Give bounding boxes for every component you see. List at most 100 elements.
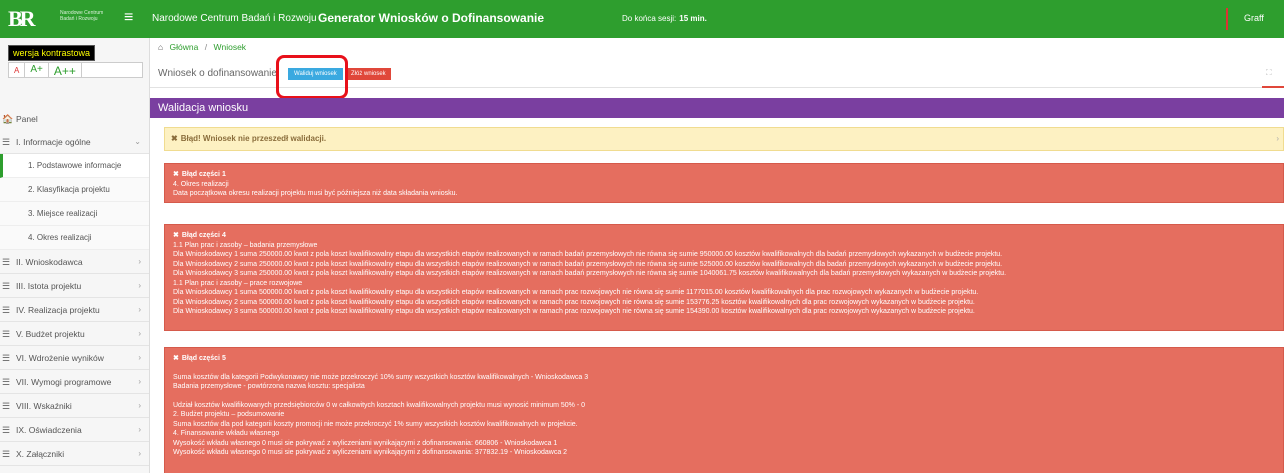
chevron-right-icon: › (138, 401, 141, 410)
logo-text: Narodowe Centrum Badań i Rozwoju (60, 10, 104, 22)
error-panel-part-4: ✖ Błąd części 4 1.1 Plan prac i zasoby – … (164, 224, 1284, 331)
chevron-right-icon: › (138, 425, 141, 434)
home-icon: ⌂ (158, 42, 164, 52)
error-line: 4. Okres realizacji (173, 180, 229, 188)
error-line: Dla Wnioskodawcy 1 suma 250000.00 kwot z… (173, 251, 1003, 258)
sidebar-item-label: I. Informacje ogólne (16, 137, 91, 147)
list-icon: ☰ (2, 305, 11, 315)
error-title: ✖ Błąd części 4 (173, 232, 226, 239)
error-title: ✖ Błąd części 5 (173, 355, 226, 362)
list-icon: ☰ (2, 137, 11, 147)
breadcrumb-separator: / (204, 42, 208, 52)
app-title: Generator Wniosków o Dofinansowanie (318, 11, 545, 25)
validation-warning-alert: ✖ Błąd! Wniosek nie przeszedł walidacji. … (164, 127, 1284, 151)
ncbr-logo[interactable]: BR Narodowe Centrum Badań i Rozwoju (8, 4, 116, 34)
home-icon: 🏠 (2, 114, 14, 124)
sidebar-item-label: IX. Oświadczenia (16, 425, 82, 435)
list-icon: ☰ (2, 353, 11, 363)
sidebar-subitem-podstawowe-informacje[interactable]: 1. Podstawowe informacje (0, 154, 149, 178)
sidebar-item-zalaczniki[interactable]: ☰ X. Załączniki › (0, 442, 149, 466)
font-size-normal-button[interactable]: A (9, 63, 26, 77)
close-icon: ✖ (173, 171, 179, 178)
breadcrumb: ⌂ Główna / Wniosek (158, 42, 246, 52)
sidebar-subitem-klasyfikacja-projektu[interactable]: 2. Klasyfikacja projektu (0, 178, 149, 202)
sidebar-item-realizacja-projektu[interactable]: ☰ IV. Realizacja projektu › (0, 298, 149, 322)
sidebar-item-label: IV. Realizacja projektu (16, 305, 100, 315)
list-icon: ☰ (2, 281, 11, 291)
sidebar-item-label: VI. Wdrożenie wyników (16, 353, 104, 363)
error-line: Suma kosztów dla kategorii Podwykonawcy … (173, 373, 589, 381)
sidebar-item-oswiadczenia[interactable]: ☰ IX. Oświadczenia › (0, 418, 149, 442)
error-line: Dla Wnioskodawcy 1 suma 500000.00 kwot z… (173, 289, 979, 296)
list-icon: ☰ (2, 425, 11, 435)
error-panel-part-5: ✖ Błąd części 5 Suma kosztów dla kategori… (164, 347, 1284, 473)
list-icon: ☰ (2, 401, 11, 411)
chevron-right-icon: › (138, 281, 141, 290)
sidebar-item-label: X. Załączniki (16, 449, 65, 459)
submit-application-button[interactable]: Złóż wniosek (346, 68, 391, 80)
sidebar-item-label: VII. Wymogi programowe (16, 377, 112, 387)
sidebar-item-wymogi-programowe[interactable]: ☰ VII. Wymogi programowe › (0, 370, 149, 394)
expand-icon[interactable]: ⛶ (1266, 68, 1272, 78)
list-icon: ☰ (2, 257, 11, 267)
error-line: Badania przemysłowe - powtórzona nazwa k… (173, 383, 365, 390)
warning-text: Błąd! Wniosek nie przeszedł walidacji. (180, 134, 327, 143)
sidebar-item-label: VIII. Wskaźniki (16, 401, 72, 411)
sidebar-subitem-okres-realizacji[interactable]: 4. Okres realizacji (0, 226, 149, 250)
breadcrumb-home-link[interactable]: Główna (170, 42, 199, 52)
sidebar-item-wdrozenie-wynikow[interactable]: ☰ VI. Wdrożenie wyników › (0, 346, 149, 370)
sidebar-item-budzet-projektu[interactable]: ☰ V. Budżet projektu › (0, 322, 149, 346)
font-size-switcher: A A+ A++ (8, 62, 143, 78)
sidebar-item-label: II. Wnioskodawca (16, 257, 83, 267)
chevron-down-icon: ⌄ (134, 137, 141, 146)
chevron-right-icon: › (138, 377, 141, 386)
sidebar: wersja kontrastowa A A+ A++ 🏠 Panel ☰ I.… (0, 38, 150, 473)
highlight-annotation (276, 55, 348, 99)
chevron-right-icon[interactable]: › (1276, 128, 1279, 150)
sidebar-item-wskazniki[interactable]: ☰ VIII. Wskaźniki › (0, 394, 149, 418)
error-line: Suma kosztów dla pod kategorii koszty pr… (173, 420, 578, 428)
sidebar-item-informacje-ogolne[interactable]: ☰ I. Informacje ogólne ⌄ (0, 130, 149, 154)
close-icon: ✖ (171, 134, 178, 143)
error-line: 1.1 Plan prac i zasoby – badania przemys… (173, 241, 318, 249)
sidebar-item-label: V. Budżet projektu (16, 329, 85, 339)
sidebar-item-wnioskodawca[interactable]: ☰ II. Wnioskodawca › (0, 250, 149, 274)
close-icon: ✖ (173, 355, 179, 362)
user-menu[interactable]: Graff (1244, 13, 1264, 23)
sidebar-item-istota-projektu[interactable]: ☰ III. Istota projektu › (0, 274, 149, 298)
close-icon: ✖ (173, 232, 179, 239)
sidebar-subitem-miejsce-realizacji[interactable]: 3. Miejsce realizacji (0, 202, 149, 226)
validation-section-title: Walidacja wniosku (150, 98, 1284, 118)
error-line: Dla Wnioskodawcy 2 suma 250000.00 kwot z… (173, 260, 1003, 268)
error-line: Data początkowa okresu realizacji projek… (173, 190, 458, 197)
chevron-right-icon: › (138, 305, 141, 314)
sidebar-item-label: Panel (16, 114, 38, 124)
list-icon: ☰ (2, 377, 11, 387)
list-icon: ☰ (2, 449, 11, 459)
top-separator (1226, 8, 1228, 30)
tab-indicator (1262, 86, 1284, 88)
breadcrumb-current[interactable]: Wniosek (213, 42, 246, 52)
font-size-xlarge-button[interactable]: A++ (49, 63, 82, 78)
error-line: Wysokość wkładu własnego 0 musi sie pokr… (173, 449, 568, 456)
error-line: Dla Wnioskodawcy 3 suma 250000.00 kwot z… (173, 270, 1007, 277)
sidebar-item-label: III. Istota projektu (16, 281, 82, 291)
contrast-version-button[interactable]: wersja kontrastowa (8, 45, 96, 61)
chevron-right-icon: › (138, 449, 141, 458)
org-name: Narodowe Centrum Badań i Rozwoju (152, 13, 317, 24)
error-line: Wysokość wkładu własnego 0 musi sie pokr… (173, 439, 558, 447)
error-line: Udział kosztów kwalifikowanych przedsięb… (173, 401, 585, 409)
error-panel-part-1: ✖ Błąd części 1 4. Okres realizacji Data … (164, 163, 1284, 203)
session-timer: Do końca sesji: 15 min. (622, 14, 707, 23)
top-bar: BR Narodowe Centrum Badań i Rozwoju ≡ Na… (0, 0, 1284, 38)
sidebar-nav: 🏠 Panel ☰ I. Informacje ogólne ⌄ 1. Pods… (0, 108, 149, 466)
sidebar-item-panel[interactable]: 🏠 Panel (0, 108, 149, 130)
error-line: 4. Finansowanie wkładu własnego (173, 430, 280, 437)
error-line: Dla Wnioskodawcy 2 suma 500000.00 kwot z… (173, 298, 975, 306)
hamburger-menu-icon[interactable]: ≡ (124, 9, 133, 27)
chevron-right-icon: › (138, 257, 141, 266)
chevron-right-icon: › (138, 353, 141, 362)
font-size-large-button[interactable]: A+ (25, 63, 49, 77)
